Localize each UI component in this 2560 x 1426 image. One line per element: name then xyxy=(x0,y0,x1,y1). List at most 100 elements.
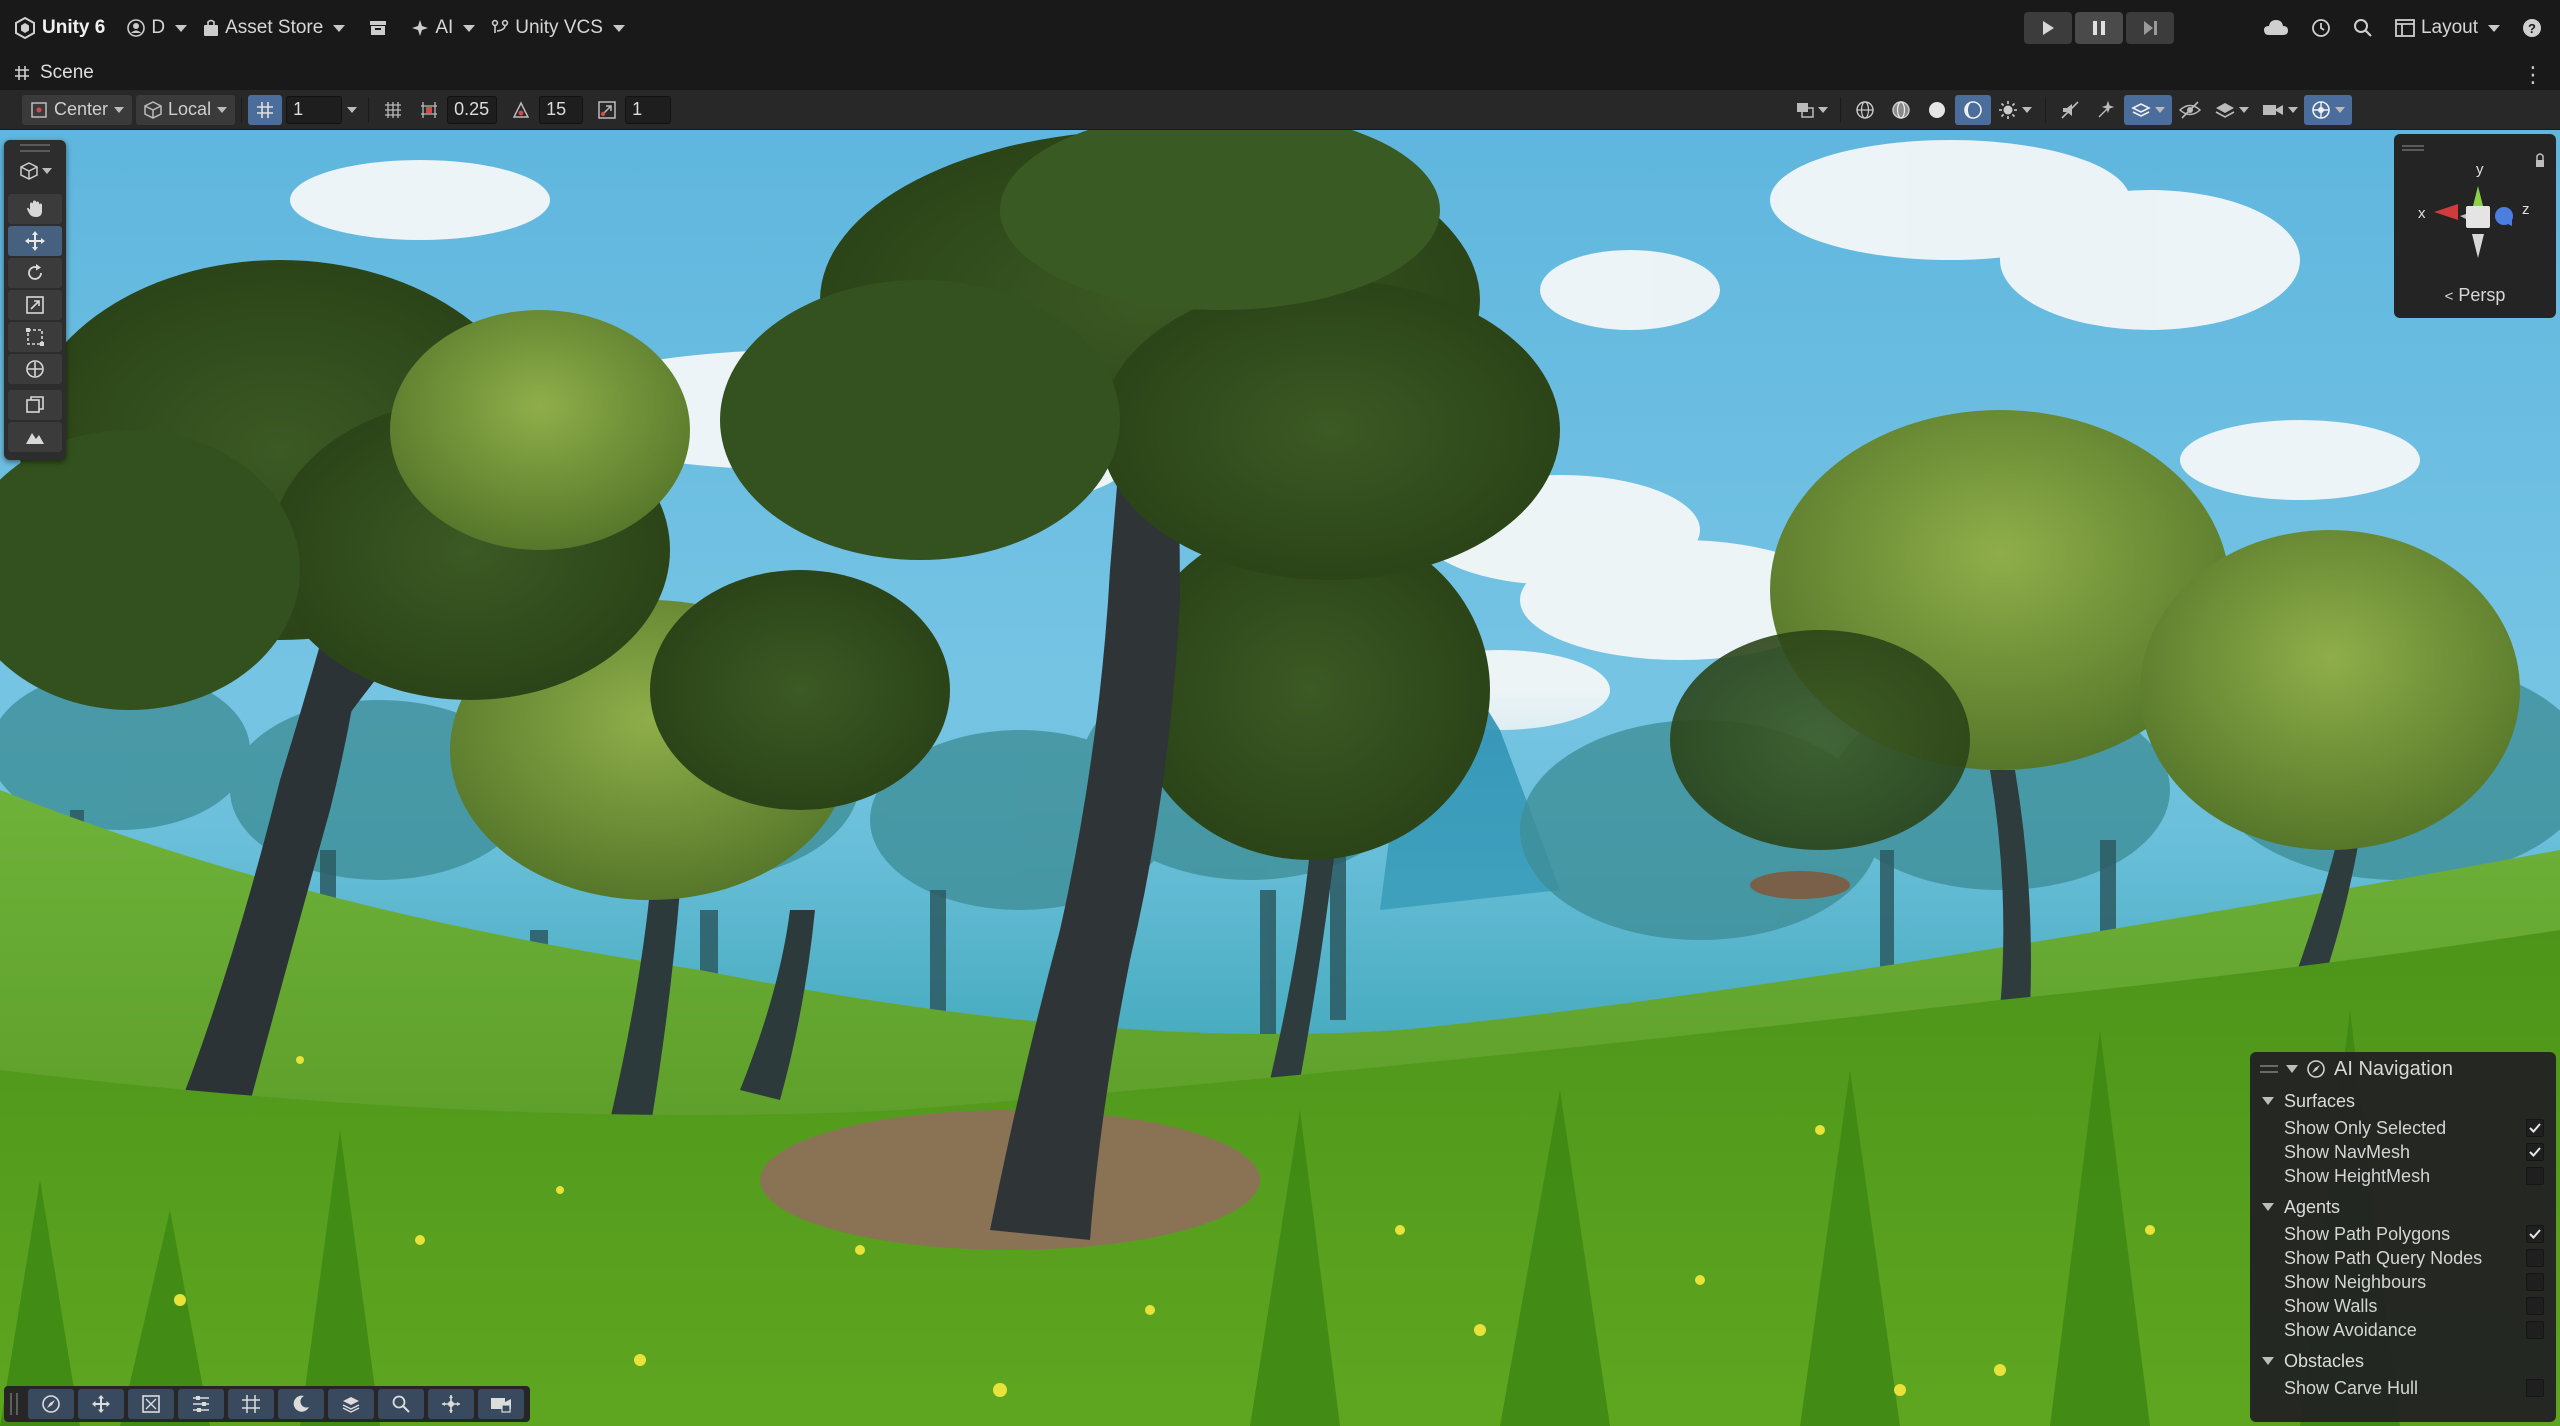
increment-snap-field[interactable]: 0.25 xyxy=(447,95,498,124)
play-button[interactable] xyxy=(2024,12,2072,44)
ai-dropdown[interactable]: AI xyxy=(403,8,483,48)
pause-button[interactable] xyxy=(2075,12,2123,44)
checkbox-unchecked[interactable] xyxy=(2526,1273,2544,1291)
increment-snap-button[interactable] xyxy=(411,95,447,125)
wireframe-shading-button[interactable] xyxy=(1847,95,1883,125)
surfaces-section-header[interactable]: Surfaces xyxy=(2250,1086,2556,1116)
pivot-rotation-label: Local xyxy=(168,99,212,119)
account-dropdown[interactable]: D xyxy=(119,8,195,48)
checkmark-icon xyxy=(2529,1123,2541,1133)
chevron-down-icon xyxy=(2288,107,2298,113)
move-overlay-toggle[interactable] xyxy=(78,1389,124,1419)
top-right-tools: Layout ? xyxy=(2263,8,2542,48)
overlay-grip[interactable] xyxy=(20,144,50,152)
checkbox-checked[interactable] xyxy=(2526,1225,2544,1243)
grid-snap-button[interactable] xyxy=(375,95,411,125)
rect-tool-button[interactable] xyxy=(8,322,62,352)
overlay-grip[interactable] xyxy=(10,1393,18,1415)
checkbox-unchecked[interactable] xyxy=(2526,1297,2544,1315)
layout-icon xyxy=(2395,19,2415,37)
scale-snap-field[interactable]: 1 xyxy=(625,95,672,124)
scene-tab[interactable]: Scene xyxy=(0,62,94,84)
layout-dropdown[interactable]: Layout xyxy=(2395,8,2500,48)
gizmos-dropdown[interactable] xyxy=(2304,95,2352,125)
scene-viewport[interactable] xyxy=(0,130,2560,1426)
scene-visibility-button[interactable] xyxy=(2172,95,2208,125)
hand-tool-button[interactable] xyxy=(8,194,62,224)
pivot-mode-dropdown[interactable]: Center xyxy=(22,94,133,125)
orientation-gizmo[interactable]: y x z < Persp xyxy=(2394,134,2556,318)
cloud-icon[interactable] xyxy=(2263,19,2289,37)
agents-section-header[interactable]: Agents xyxy=(2250,1192,2556,1222)
history-icon[interactable] xyxy=(2311,18,2331,38)
option-label: Show Only Selected xyxy=(2284,1117,2447,1138)
checkbox-unchecked[interactable] xyxy=(2526,1167,2544,1185)
custom-tool-button[interactable] xyxy=(8,390,62,420)
grid-options-dropdown[interactable] xyxy=(342,95,362,125)
option-label: Show Path Polygons xyxy=(2284,1223,2451,1244)
effects-toggle-button[interactable] xyxy=(2088,95,2124,125)
pivot-rotation-dropdown[interactable]: Local xyxy=(136,94,236,125)
align-icon xyxy=(193,1396,209,1412)
ai-navigation-header[interactable]: AI Navigation xyxy=(2250,1052,2556,1086)
camera-settings-dropdown[interactable] xyxy=(2256,95,2304,125)
lighting-toggle-dropdown[interactable] xyxy=(1991,95,2039,125)
search-overlay-toggle[interactable] xyxy=(378,1389,424,1419)
view-options-dropdown[interactable] xyxy=(8,156,62,186)
rotate-tool-button[interactable] xyxy=(8,258,62,288)
overlay-toolbar-bottom xyxy=(4,1386,530,1422)
move-tool-button[interactable] xyxy=(8,226,62,256)
projection-toggle[interactable]: < Persp xyxy=(2394,285,2556,306)
lit-shading-button[interactable] xyxy=(1955,95,1991,125)
scale-snap-value: 1 xyxy=(632,99,643,119)
layers-overlay-toggle[interactable] xyxy=(328,1389,374,1419)
vcs-dropdown[interactable]: Unity VCS xyxy=(483,8,633,48)
grid-size-field[interactable]: 1 xyxy=(286,95,343,124)
chevron-down-icon xyxy=(1818,107,1828,113)
fx-dropdown[interactable] xyxy=(2124,95,2172,125)
step-icon xyxy=(2144,21,2157,35)
checkbox-checked[interactable] xyxy=(2526,1143,2544,1161)
ai-navigation-toggle[interactable] xyxy=(28,1389,74,1419)
audio-toggle-button[interactable] xyxy=(2052,95,2088,125)
checkbox-checked[interactable] xyxy=(2526,1119,2544,1137)
terrain-tool-button[interactable] xyxy=(8,422,62,452)
align-overlay-toggle[interactable] xyxy=(178,1389,224,1419)
layers-dropdown[interactable] xyxy=(2208,95,2256,125)
snap-overlay-toggle[interactable] xyxy=(428,1389,474,1419)
grid-toggle-button[interactable] xyxy=(248,94,283,125)
search-icon[interactable] xyxy=(2353,18,2373,38)
obstacles-section-header[interactable]: Obstacles xyxy=(2250,1346,2556,1376)
asset-store-dropdown[interactable]: Asset Store xyxy=(195,8,353,48)
overlay-grip[interactable] xyxy=(2260,1065,2278,1073)
shaded-button[interactable] xyxy=(1919,95,1955,125)
checkbox-unchecked[interactable] xyxy=(2526,1379,2544,1397)
kebab-menu-icon[interactable]: ⋮ xyxy=(2522,62,2544,88)
camera-overlay-toggle[interactable] xyxy=(478,1389,524,1419)
lighting-overlay-toggle[interactable] xyxy=(278,1389,324,1419)
list-item: Show Path Query Nodes xyxy=(2250,1246,2556,1270)
chevron-down-icon xyxy=(463,24,476,32)
scale-overlay-toggle[interactable] xyxy=(128,1389,174,1419)
shaded-wireframe-button[interactable] xyxy=(1883,95,1919,125)
scale-snap-button[interactable] xyxy=(589,95,625,125)
help-icon[interactable]: ? xyxy=(2522,18,2542,38)
transform-tool-button[interactable] xyxy=(8,354,62,384)
compass-icon xyxy=(42,1395,60,1413)
chevron-down-icon xyxy=(612,24,625,32)
scale-tool-button[interactable] xyxy=(8,290,62,320)
draw-mode-dropdown[interactable] xyxy=(1790,95,1834,125)
terrain-icon xyxy=(26,433,44,444)
rotate-snap-button[interactable] xyxy=(503,95,539,125)
section-label: Obstacles xyxy=(2284,1350,2365,1371)
collapse-triangle-icon xyxy=(2262,1203,2274,1211)
collapse-triangle-icon[interactable] xyxy=(2286,1065,2298,1073)
step-button[interactable] xyxy=(2126,12,2174,44)
checkbox-unchecked[interactable] xyxy=(2526,1249,2544,1267)
cube-icon xyxy=(19,162,38,180)
package-button[interactable] xyxy=(361,8,395,48)
grid-overlay-toggle[interactable] xyxy=(228,1389,274,1419)
unity-menu[interactable]: Unity 6 xyxy=(6,8,113,48)
checkbox-unchecked[interactable] xyxy=(2526,1321,2544,1339)
rotate-snap-field[interactable]: 15 xyxy=(539,95,584,124)
